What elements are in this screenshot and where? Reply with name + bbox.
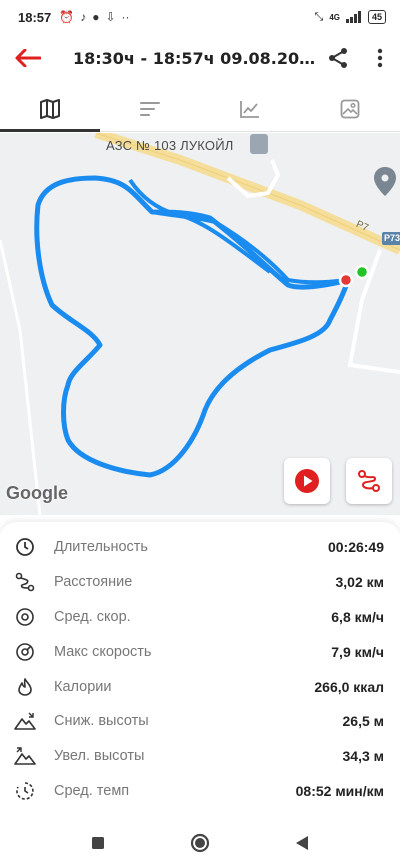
home-button[interactable] bbox=[185, 828, 215, 858]
speed-avg-icon bbox=[14, 606, 36, 628]
share-button[interactable] bbox=[316, 34, 360, 82]
fuel-station-marker bbox=[250, 134, 268, 154]
status-bar: 18:57 ⏰ ♪ ● ⇩ ·· ⤡ 4G 45 bbox=[0, 0, 400, 34]
map-icon bbox=[40, 98, 60, 119]
stat-row-max-speed: Макс скорость 7,9 км/ч bbox=[0, 634, 400, 669]
system-back-button[interactable] bbox=[287, 828, 317, 858]
tab-map[interactable] bbox=[0, 86, 100, 132]
status-time: 18:57 bbox=[18, 9, 52, 25]
stat-value: 3,02 км bbox=[335, 574, 384, 591]
stat-row-distance: Расстояние 3,02 км bbox=[0, 565, 400, 600]
list-icon bbox=[140, 101, 160, 116]
descent-icon bbox=[14, 710, 36, 732]
stat-value: 266,0 ккал bbox=[314, 678, 384, 695]
stat-label: Сниж. высоты bbox=[54, 713, 149, 730]
battery-indicator: 45 bbox=[367, 10, 386, 24]
map-view[interactable]: АЗС № 103 ЛУКОЙЛ Р7 Р73 Google bbox=[0, 133, 400, 515]
notification-icons: ⏰ ♪ ● ⇩ ·· bbox=[59, 10, 129, 24]
speed-max-icon bbox=[14, 641, 36, 663]
route-icon bbox=[14, 571, 36, 593]
stat-value: 34,3 м bbox=[342, 748, 385, 765]
track-path bbox=[34, 175, 351, 478]
alarm-icon: ⏰ bbox=[59, 10, 75, 24]
stat-row-calories: Калории 266,0 ккал bbox=[0, 669, 400, 704]
stat-label: Сред. скор. bbox=[54, 608, 131, 625]
tab-bar bbox=[0, 86, 400, 132]
route-options-button[interactable] bbox=[346, 458, 392, 504]
stat-label: Расстояние bbox=[54, 574, 133, 591]
stat-label: Длительность bbox=[54, 539, 148, 556]
timer-icon bbox=[14, 536, 36, 558]
stat-value: 6,8 км/ч bbox=[331, 608, 384, 625]
stat-value: 26,5 м bbox=[342, 713, 385, 730]
more-vert-icon bbox=[377, 48, 383, 68]
back-button[interactable] bbox=[0, 34, 56, 82]
system-nav-bar bbox=[0, 818, 400, 867]
route-icon bbox=[358, 470, 380, 492]
download-icon: ⇩ bbox=[105, 10, 116, 24]
stat-value: 08:52 мин/км bbox=[295, 782, 384, 799]
tab-chart[interactable] bbox=[200, 86, 300, 131]
app-bar: 18:30ч - 18:57ч 09.08.20... bbox=[0, 34, 400, 82]
stat-label: Увел. высоты bbox=[54, 748, 145, 765]
share-icon bbox=[329, 48, 347, 68]
stat-row-duration: Длительность 00:26:49 bbox=[0, 530, 400, 565]
map-canvas bbox=[0, 133, 400, 515]
stat-label: Сред. темп bbox=[54, 782, 130, 799]
start-marker bbox=[354, 264, 370, 280]
chat-icon: ● bbox=[92, 10, 100, 24]
cast-icon: ⤡ bbox=[314, 10, 324, 23]
play-route-button[interactable] bbox=[284, 458, 330, 504]
stat-value: 7,9 км/ч bbox=[331, 643, 384, 660]
google-attribution: Google bbox=[6, 483, 68, 503]
stat-label: Макс скорость bbox=[54, 643, 152, 660]
tab-details[interactable] bbox=[100, 86, 200, 131]
circle-icon bbox=[190, 833, 210, 852]
poi-label: АЗС № 103 ЛУКОЙЛ bbox=[106, 138, 234, 153]
stat-row-avg-speed: Сред. скор. 6,8 км/ч bbox=[0, 600, 400, 635]
status-right: ⤡ 4G 45 bbox=[314, 10, 386, 24]
stat-value: 00:26:49 bbox=[327, 539, 384, 556]
signal-icon bbox=[345, 11, 361, 23]
play-icon bbox=[295, 469, 319, 493]
flame-icon bbox=[14, 676, 36, 698]
back-arrow-icon bbox=[15, 49, 41, 67]
more-notifications-icon: ·· bbox=[121, 10, 130, 24]
stat-row-descent: Сниж. высоты 26,5 м bbox=[0, 704, 400, 739]
ascent-icon bbox=[14, 745, 36, 767]
tab-photos[interactable] bbox=[300, 86, 400, 131]
stat-row-pace: Сред. темп 08:52 мин/км bbox=[0, 774, 400, 809]
pace-icon bbox=[14, 780, 36, 802]
page-title: 18:30ч - 18:57ч 09.08.20... bbox=[73, 48, 316, 68]
end-marker bbox=[338, 272, 354, 288]
stats-panel: Длительность 00:26:49 Расстояние 3,02 км… bbox=[0, 522, 400, 818]
recents-button[interactable] bbox=[83, 828, 113, 858]
square-icon bbox=[92, 836, 104, 849]
chart-icon bbox=[240, 100, 259, 118]
road-shield-label: Р73 bbox=[384, 233, 400, 243]
more-options-button[interactable] bbox=[360, 34, 400, 82]
network-type: 4G bbox=[329, 12, 340, 22]
stat-label: Калории bbox=[54, 678, 112, 695]
tiktok-icon: ♪ bbox=[80, 10, 87, 24]
stat-row-ascent: Увел. высоты 34,3 м bbox=[0, 739, 400, 774]
photo-icon bbox=[340, 99, 360, 118]
triangle-back-icon bbox=[296, 835, 308, 850]
